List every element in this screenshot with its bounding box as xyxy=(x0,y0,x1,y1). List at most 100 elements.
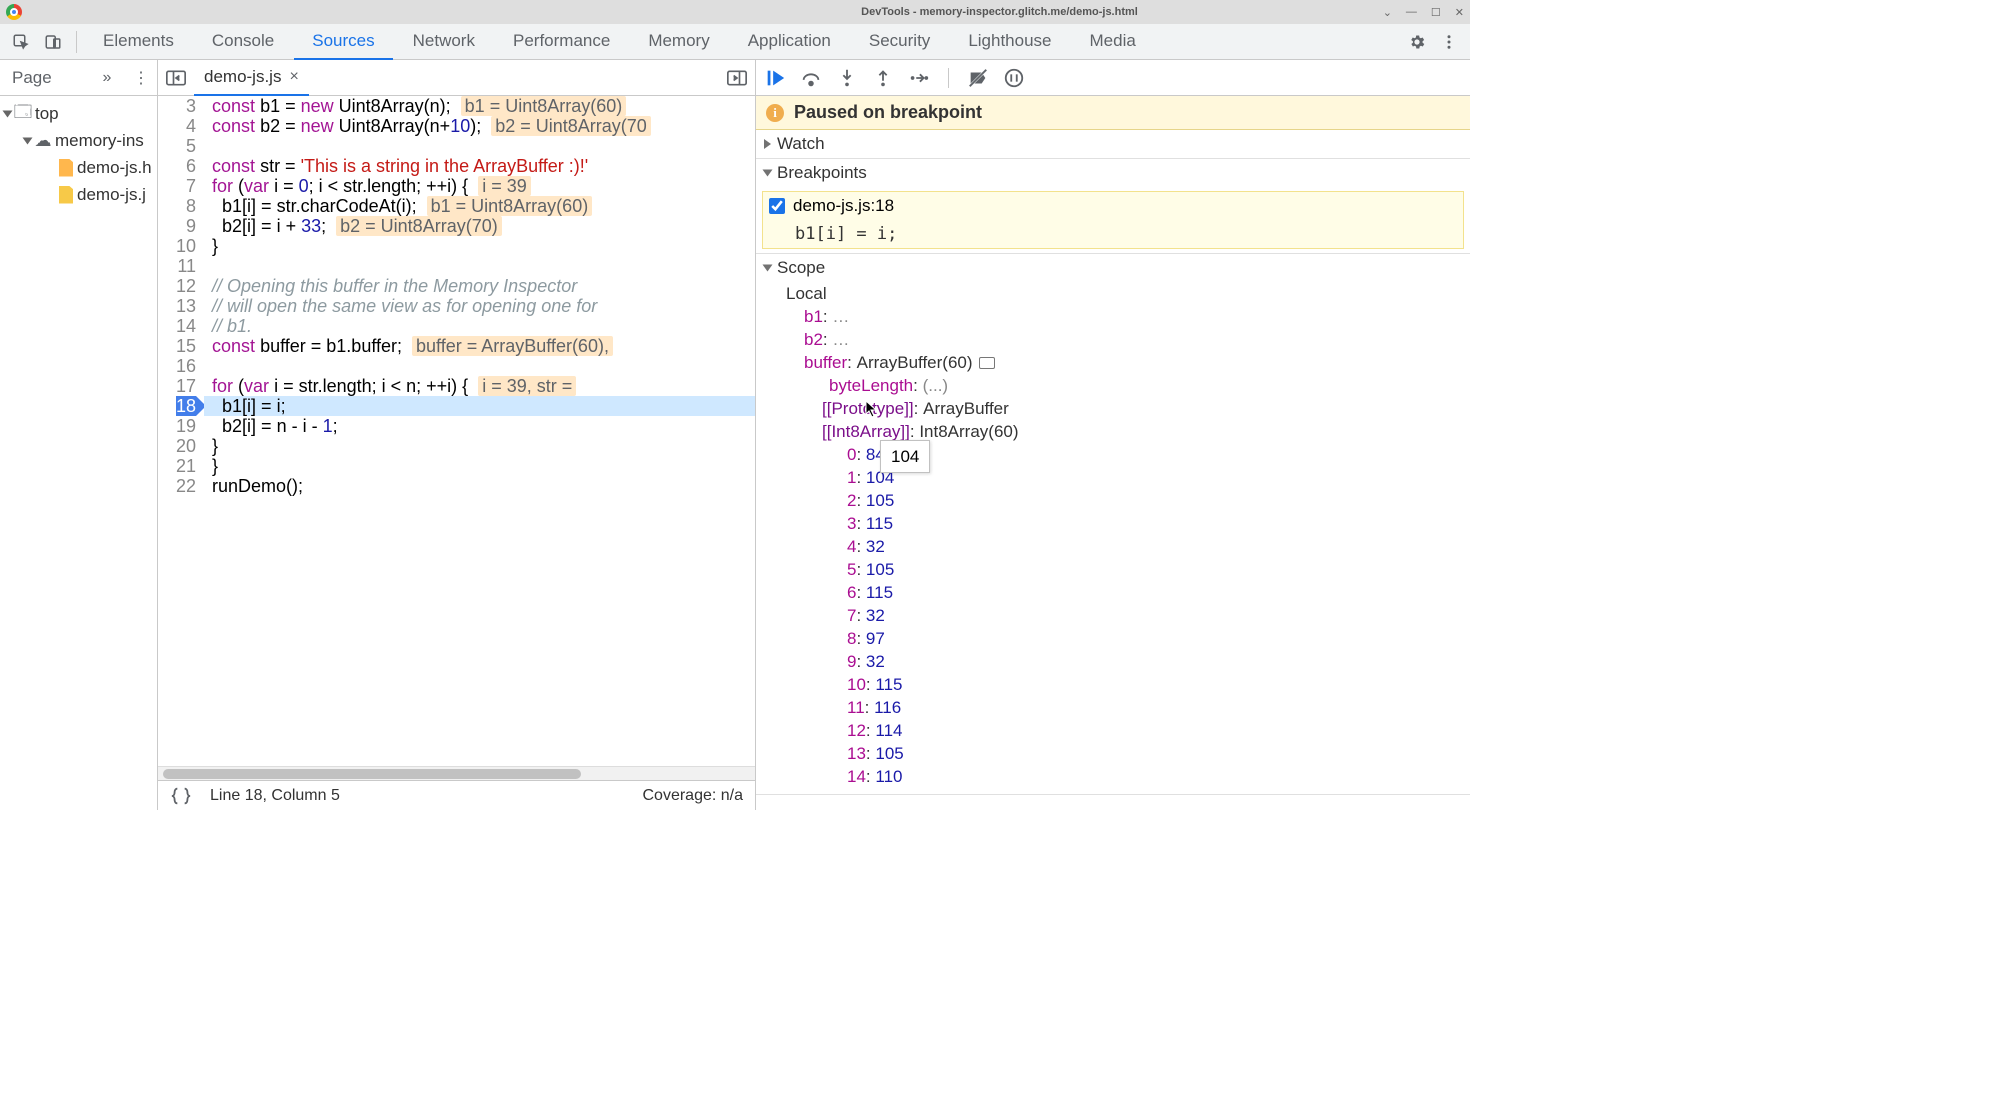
code-line[interactable]: b2[i] = n - i - 1; xyxy=(204,416,755,436)
line-number[interactable]: 14 xyxy=(176,316,196,336)
tab-elements[interactable]: Elements xyxy=(85,24,192,60)
code-line[interactable]: } xyxy=(204,456,755,476)
line-number[interactable]: 10 xyxy=(176,236,196,256)
scope-int8array[interactable]: [[Int8Array]]: Int8Array(60) xyxy=(756,420,1470,443)
device-toggle-icon[interactable] xyxy=(38,27,68,57)
array-entry[interactable]: 11: 116 xyxy=(756,696,1470,719)
line-number[interactable]: 11 xyxy=(176,256,196,276)
chevron-double-icon[interactable]: » xyxy=(95,66,119,90)
line-number[interactable]: 20 xyxy=(176,436,196,456)
line-number[interactable]: 6 xyxy=(176,156,196,176)
line-number[interactable]: 13 xyxy=(176,296,196,316)
minimize-icon[interactable]: — xyxy=(1406,6,1417,19)
line-number[interactable]: 19 xyxy=(176,416,196,436)
tab-performance[interactable]: Performance xyxy=(495,24,628,60)
pretty-print-icon[interactable] xyxy=(170,785,192,807)
array-entry[interactable]: 14: 110 xyxy=(756,765,1470,788)
code-line[interactable] xyxy=(204,256,755,276)
scope-prototype[interactable]: [[Prototype]]: ArrayBuffer xyxy=(756,397,1470,420)
tab-sources[interactable]: Sources xyxy=(294,24,392,60)
array-entry[interactable]: 3: 115 xyxy=(756,512,1470,535)
array-entry[interactable]: 0: 84 xyxy=(756,443,1470,466)
array-entry[interactable]: 10: 115 xyxy=(756,673,1470,696)
array-entry[interactable]: 1: 104 xyxy=(756,466,1470,489)
kebab-icon[interactable]: ⋮ xyxy=(129,66,153,90)
gear-icon[interactable] xyxy=(1402,27,1432,57)
array-entry[interactable]: 5: 105 xyxy=(756,558,1470,581)
code-line[interactable] xyxy=(204,356,755,376)
line-number[interactable]: 4 xyxy=(176,116,196,136)
code-line[interactable]: b1[i] = i; xyxy=(204,396,755,416)
array-entry[interactable]: 13: 105 xyxy=(756,742,1470,765)
line-number[interactable]: 21 xyxy=(176,456,196,476)
line-number[interactable]: 17 xyxy=(176,376,196,396)
inspect-icon[interactable] xyxy=(6,27,36,57)
file-tab[interactable]: demo-js.js × xyxy=(194,60,309,96)
scope-b2[interactable]: b2: … xyxy=(756,328,1470,351)
toggle-navigator-icon[interactable] xyxy=(162,64,190,92)
code-line[interactable]: const buffer = b1.buffer; buffer = Array… xyxy=(204,336,755,356)
close-icon[interactable]: × xyxy=(289,68,298,86)
tab-lighthouse[interactable]: Lighthouse xyxy=(950,24,1069,60)
code-line[interactable]: runDemo(); xyxy=(204,476,755,496)
tab-security[interactable]: Security xyxy=(851,24,948,60)
navigator-tab[interactable]: Page xyxy=(4,68,85,88)
array-entry[interactable]: 7: 32 xyxy=(756,604,1470,627)
tab-application[interactable]: Application xyxy=(730,24,849,60)
breakpoint-checkbox[interactable] xyxy=(769,198,785,214)
tab-memory[interactable]: Memory xyxy=(630,24,727,60)
memory-inspector-icon[interactable] xyxy=(979,357,995,369)
line-number[interactable]: 15 xyxy=(176,336,196,356)
line-number[interactable]: 8 xyxy=(176,196,196,216)
line-number[interactable]: 9 xyxy=(176,216,196,236)
breakpoints-section[interactable]: Breakpoints xyxy=(756,159,1470,187)
line-number[interactable]: 5 xyxy=(176,136,196,156)
scope-local[interactable]: Local xyxy=(756,282,1470,305)
code-line[interactable]: // b1. xyxy=(204,316,755,336)
watch-section[interactable]: Watch xyxy=(756,130,1470,158)
array-entry[interactable]: 9: 32 xyxy=(756,650,1470,673)
tree-file-js[interactable]: demo-js.j xyxy=(0,181,157,208)
array-entry[interactable]: 12: 114 xyxy=(756,719,1470,742)
code-line[interactable]: } xyxy=(204,436,755,456)
line-number[interactable]: 22 xyxy=(176,476,196,496)
code-line[interactable]: b2[i] = i + 33; b2 = Uint8Array(70) xyxy=(204,216,755,236)
step-icon[interactable] xyxy=(908,67,930,89)
maximize-icon[interactable]: ☐ xyxy=(1431,6,1441,19)
array-entry[interactable]: 6: 115 xyxy=(756,581,1470,604)
scope-b1[interactable]: b1: … xyxy=(756,305,1470,328)
deactivate-breakpoints-icon[interactable] xyxy=(967,67,989,89)
scope-bytelength[interactable]: byteLength: (...) xyxy=(756,374,1470,397)
tree-domain[interactable]: ☁memory-ins xyxy=(0,127,157,154)
code-line[interactable] xyxy=(204,136,755,156)
scope-section[interactable]: Scope xyxy=(756,254,1470,282)
code-line[interactable]: for (var i = str.length; i < n; ++i) { i… xyxy=(204,376,755,396)
array-entry[interactable]: 4: 32 xyxy=(756,535,1470,558)
code-line[interactable]: // will open the same view as for openin… xyxy=(204,296,755,316)
close-icon[interactable]: ✕ xyxy=(1455,6,1464,19)
code-editor[interactable]: 345678910111213141516171819202122 const … xyxy=(158,96,755,766)
code-line[interactable]: for (var i = 0; i < str.length; ++i) { i… xyxy=(204,176,755,196)
tree-file-html[interactable]: demo-js.h xyxy=(0,154,157,181)
array-entry[interactable]: 8: 97 xyxy=(756,627,1470,650)
resume-icon[interactable] xyxy=(764,67,786,89)
code-line[interactable]: // Opening this buffer in the Memory Ins… xyxy=(204,276,755,296)
code-line[interactable]: const str = 'This is a string in the Arr… xyxy=(204,156,755,176)
step-over-icon[interactable] xyxy=(800,67,822,89)
scope-buffer[interactable]: buffer: ArrayBuffer(60) xyxy=(756,351,1470,374)
line-number[interactable]: 7 xyxy=(176,176,196,196)
line-number[interactable]: 18 xyxy=(176,396,196,416)
line-number[interactable]: 16 xyxy=(176,356,196,376)
pause-exceptions-icon[interactable] xyxy=(1003,67,1025,89)
kebab-icon[interactable] xyxy=(1434,27,1464,57)
tree-top[interactable]: 🗔top xyxy=(0,100,157,127)
step-into-icon[interactable] xyxy=(836,67,858,89)
step-out-icon[interactable] xyxy=(872,67,894,89)
code-line[interactable]: const b2 = new Uint8Array(n+10); b2 = Ui… xyxy=(204,116,755,136)
code-line[interactable]: const b1 = new Uint8Array(n); b1 = Uint8… xyxy=(204,96,755,116)
toggle-debugger-icon[interactable] xyxy=(723,64,751,92)
tab-media[interactable]: Media xyxy=(1072,24,1154,60)
code-line[interactable]: b1[i] = str.charCodeAt(i); b1 = Uint8Arr… xyxy=(204,196,755,216)
tab-console[interactable]: Console xyxy=(194,24,292,60)
line-number[interactable]: 12 xyxy=(176,276,196,296)
